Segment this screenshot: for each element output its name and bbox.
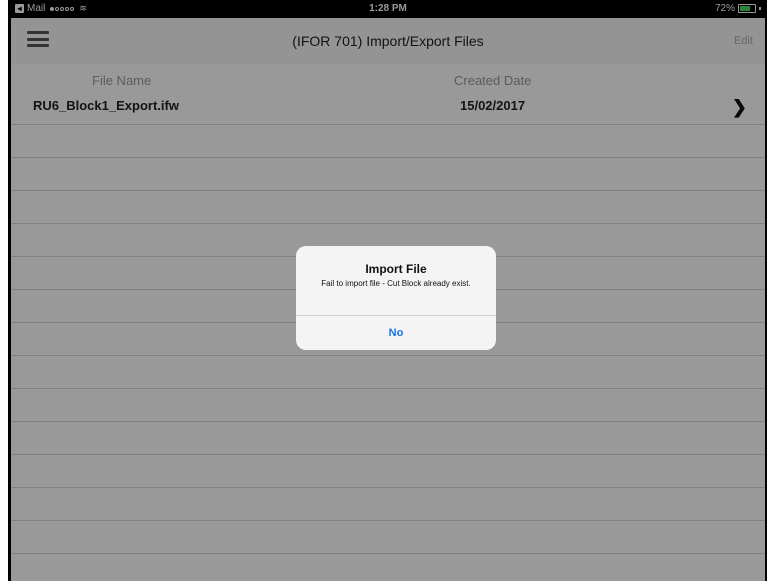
device-screen: ◂ Mail ≋ 1:28 PM 72% (IFOR 701) Import/E… — [8, 0, 767, 581]
alert-no-button[interactable]: No — [296, 316, 496, 350]
alert-message: Fail to import file - Cut Block already … — [321, 279, 471, 288]
import-file-alert: Import File Fail to import file - Cut Bl… — [296, 246, 496, 350]
alert-title: Import File — [365, 262, 427, 276]
